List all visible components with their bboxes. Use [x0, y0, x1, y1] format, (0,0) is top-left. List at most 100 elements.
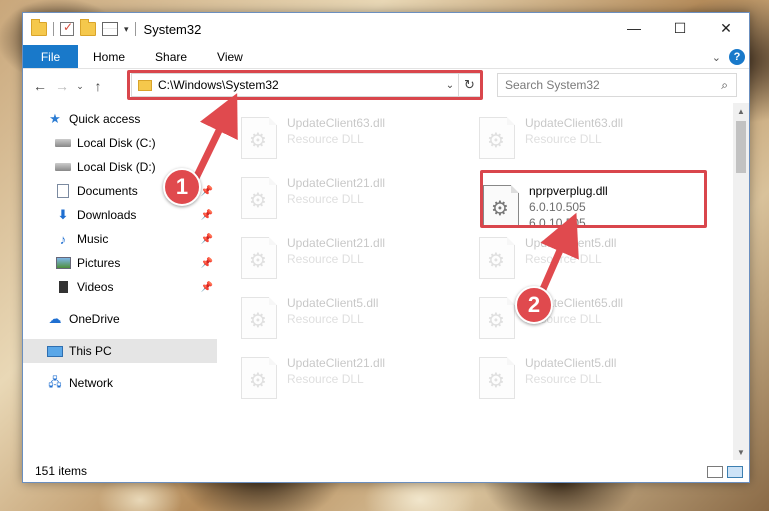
sidebar-item-label: Downloads	[77, 208, 137, 222]
sidebar-item-network[interactable]: 🖧 Network	[23, 371, 217, 395]
pin-icon[interactable]: 📌	[201, 282, 213, 293]
dll-file-icon	[241, 357, 277, 399]
ribbon-right-controls: ⌄ ?	[712, 49, 745, 65]
details-view-icon[interactable]	[707, 466, 723, 478]
back-arrow-icon[interactable]: ←	[29, 78, 51, 94]
toolbar-divider	[134, 22, 136, 36]
maximize-button[interactable]: ☐	[657, 13, 703, 43]
sidebar-item-this-pc[interactable]: This PC	[23, 339, 217, 363]
close-button[interactable]: ✕	[703, 13, 749, 43]
network-icon: 🖧	[48, 374, 62, 389]
sidebar-item-label: Network	[69, 376, 114, 390]
up-arrow-icon[interactable]: ↑	[87, 78, 109, 94]
new-folder-icon[interactable]	[80, 19, 96, 36]
search-input[interactable]: Search System32 ⌕	[497, 73, 737, 97]
music-icon: ♪	[59, 231, 67, 247]
file-name: UpdateClient63.dll	[287, 116, 386, 130]
folder-icon[interactable]	[31, 19, 47, 36]
dll-file-icon	[241, 297, 277, 339]
view-toggles	[707, 466, 743, 478]
file-name: UpdateClient21.dll	[287, 236, 386, 250]
pin-icon[interactable]: 📌	[201, 258, 213, 269]
file-item[interactable]: UpdateClient5.dll Resource DLL	[479, 235, 699, 283]
minimize-button[interactable]: —	[611, 13, 657, 43]
file-name: UpdateClient63.dll	[525, 116, 624, 130]
window-title: System32	[143, 21, 202, 37]
file-type: Resource DLL	[525, 372, 602, 386]
ribbon-tabs: File Home Share View ⌄ ?	[23, 45, 749, 69]
search-placeholder: Search System32	[505, 78, 600, 92]
pin-icon[interactable]: 📌	[201, 186, 213, 197]
tab-share[interactable]: Share	[140, 45, 202, 68]
file-item[interactable]: UpdateClient63.dll Resource DLL	[241, 115, 461, 163]
sidebar-item-pictures[interactable]: Pictures 📌	[23, 251, 217, 275]
file-name: UpdateClient21.dll	[287, 356, 386, 370]
sidebar-item-label: Pictures	[77, 256, 121, 270]
file-list: UpdateClient63.dll Resource DLL UpdateCli…	[217, 103, 749, 460]
downloads-icon: ⬇	[57, 207, 69, 222]
file-type: Resource DLL	[287, 132, 364, 146]
scrollbar-thumb[interactable]	[736, 121, 746, 173]
customize-toolbar-dropdown[interactable]: ▾	[124, 24, 129, 35]
dll-file-icon	[479, 357, 515, 399]
tab-file[interactable]: File	[23, 45, 78, 68]
recent-locations-chevron-icon[interactable]: ⌄	[73, 81, 87, 92]
item-count: 151 items	[35, 464, 88, 478]
computer-icon	[47, 344, 63, 358]
scroll-down-arrow-icon[interactable]: ▼	[733, 444, 749, 460]
file-name: UpdateClient5.dll	[287, 296, 379, 310]
large-icons-view-icon[interactable]	[727, 466, 743, 478]
drive-icon	[55, 136, 71, 150]
sidebar-item-label: Local Disk (C:)	[77, 136, 156, 150]
videos-icon	[55, 280, 71, 294]
tab-view[interactable]: View	[202, 45, 258, 68]
sidebar-item-label: Local Disk (D:)	[77, 160, 156, 174]
help-icon[interactable]: ?	[729, 49, 745, 65]
sidebar-item-music[interactable]: ♪ Music 📌	[23, 227, 217, 251]
vertical-scrollbar[interactable]: ▲ ▼	[733, 103, 749, 460]
quick-access-toolbar: ▾	[23, 19, 136, 36]
sidebar-item-label: Quick access	[69, 112, 141, 126]
dll-file-icon	[241, 237, 277, 279]
documents-icon	[55, 184, 71, 198]
scroll-up-arrow-icon[interactable]: ▲	[733, 103, 749, 119]
file-item[interactable]: UpdateClient5.dll Resource DLL	[241, 295, 461, 343]
file-item[interactable]: UpdateClient21.dll Resource DLL	[241, 235, 461, 283]
forward-arrow-icon[interactable]: →	[51, 78, 73, 94]
sidebar-item-label: OneDrive	[69, 312, 120, 326]
file-item[interactable]: UpdateClient21.dll Resource DLL	[241, 175, 461, 223]
search-icon[interactable]: ⌕	[721, 78, 728, 93]
pin-icon[interactable]: 📌	[201, 210, 213, 221]
dll-file-icon	[479, 237, 515, 279]
star-icon: ★	[49, 111, 61, 126]
file-item[interactable]: UpdateClient63.dll Resource DLL	[479, 115, 699, 163]
sidebar-item-videos[interactable]: Videos 📌	[23, 275, 217, 299]
sidebar-item-label: Music	[77, 232, 109, 246]
sidebar-item-label: Videos	[77, 280, 114, 294]
file-type: Resource DLL	[287, 372, 364, 386]
file-type: Resource DLL	[287, 312, 364, 326]
sidebar-item-local-disk-c[interactable]: Local Disk (C:)	[23, 131, 217, 155]
window-controls: — ☐ ✕	[611, 13, 749, 43]
file-explorer-window: ▾ System32 — ☐ ✕ File Home Share View ⌄ …	[22, 12, 750, 483]
file-item[interactable]: UpdateClient65.dllResource DLL	[479, 295, 699, 343]
navigation-pane: ★ Quick access Local Disk (C:) Local Dis…	[23, 103, 217, 460]
title-bar: ▾ System32 — ☐ ✕	[23, 13, 749, 45]
tab-home[interactable]: Home	[78, 45, 140, 68]
pictures-icon	[55, 256, 71, 270]
toolbar-divider	[53, 22, 54, 36]
properties-icon[interactable]	[102, 22, 118, 36]
address-bar-highlight	[127, 70, 483, 100]
drive-icon	[55, 160, 71, 174]
sidebar-item-label: This PC	[69, 344, 112, 358]
step-badge-1: 1	[163, 168, 201, 206]
file-item[interactable]: UpdateClient5.dll Resource DLL	[479, 355, 699, 403]
file-item[interactable]: UpdateClient21.dll Resource DLL	[241, 355, 461, 403]
properties-check-icon[interactable]	[60, 20, 74, 36]
status-bar: 151 items	[23, 460, 749, 482]
sidebar-item-downloads[interactable]: ⬇ Downloads 📌	[23, 203, 217, 227]
sidebar-item-onedrive[interactable]: ☁ OneDrive	[23, 307, 217, 331]
expand-ribbon-chevron-icon[interactable]: ⌄	[712, 51, 721, 64]
sidebar-item-quick-access[interactable]: ★ Quick access	[23, 107, 217, 131]
pin-icon[interactable]: 📌	[201, 234, 213, 245]
